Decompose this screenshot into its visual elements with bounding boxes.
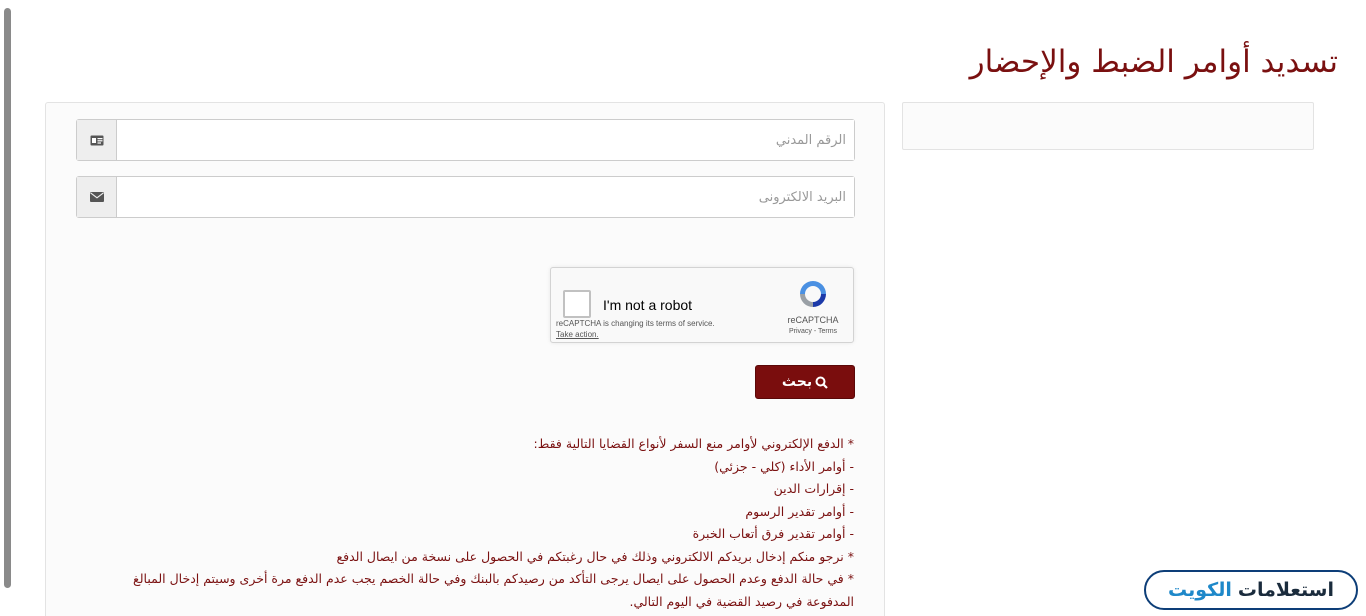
search-button-label: بحث [781, 374, 813, 390]
note-line: - أوامر الأداء (كلي - جزئي) [714, 458, 854, 474]
note-line: المدفوعة في رصيد القضية في اليوم التالي. [629, 593, 854, 609]
recaptcha-take-action-link[interactable]: Take action. [556, 330, 599, 339]
scrollbar[interactable] [4, 8, 11, 588]
search-button[interactable]: بحث [755, 365, 855, 399]
civil-id-field-group [76, 119, 855, 161]
note-line: * الدفع الإلكتروني لأوامر منع السفر لأنو… [533, 436, 854, 451]
note-line: * نرجو منكم إدخال بريدكم الالكتروني وذلك… [336, 548, 854, 564]
note-line: * في حالة الدفع وعدم الحصول على ايصال ير… [133, 571, 854, 586]
email-input[interactable] [117, 177, 854, 217]
logo-word-2: الكويت [1168, 579, 1232, 601]
recaptcha-brand: reCAPTCHA [787, 315, 839, 325]
search-icon [815, 376, 828, 389]
civil-id-input[interactable] [117, 120, 854, 160]
note-line: - أوامر تقدير الرسوم [745, 503, 854, 519]
envelope-icon [77, 177, 117, 217]
search-form-panel: I'm not a robot reCAPTCHA is changing it… [45, 102, 885, 616]
payment-notes: * الدفع الإلكتروني لأوامر منع السفر لأنو… [74, 433, 854, 613]
email-field-group [76, 176, 855, 218]
page: تسديد أوامر الضبط والإحضار الرقم المدني … [0, 0, 1366, 616]
recaptcha-label: I'm not a robot [603, 297, 693, 313]
recaptcha-widget: I'm not a robot reCAPTCHA is changing it… [550, 267, 854, 343]
note-line: - أوامر تقدير فرق أتعاب الخبرة [692, 526, 854, 541]
recaptcha-notice: reCAPTCHA is changing its terms of servi… [556, 319, 715, 328]
site-watermark-logo: استعلامات الكويت [1144, 570, 1358, 610]
id-card-icon [77, 120, 117, 160]
recaptcha-privacy-terms[interactable]: Privacy - Terms [781, 328, 845, 335]
side-panel [902, 102, 1314, 150]
logo-word-1: استعلامات [1237, 579, 1334, 601]
recaptcha-logo-icon [800, 281, 826, 307]
note-line: - إقرارات الدين [773, 481, 854, 496]
recaptcha-checkbox[interactable] [563, 290, 591, 318]
page-title: تسديد أوامر الضبط والإحضار [969, 44, 1338, 80]
